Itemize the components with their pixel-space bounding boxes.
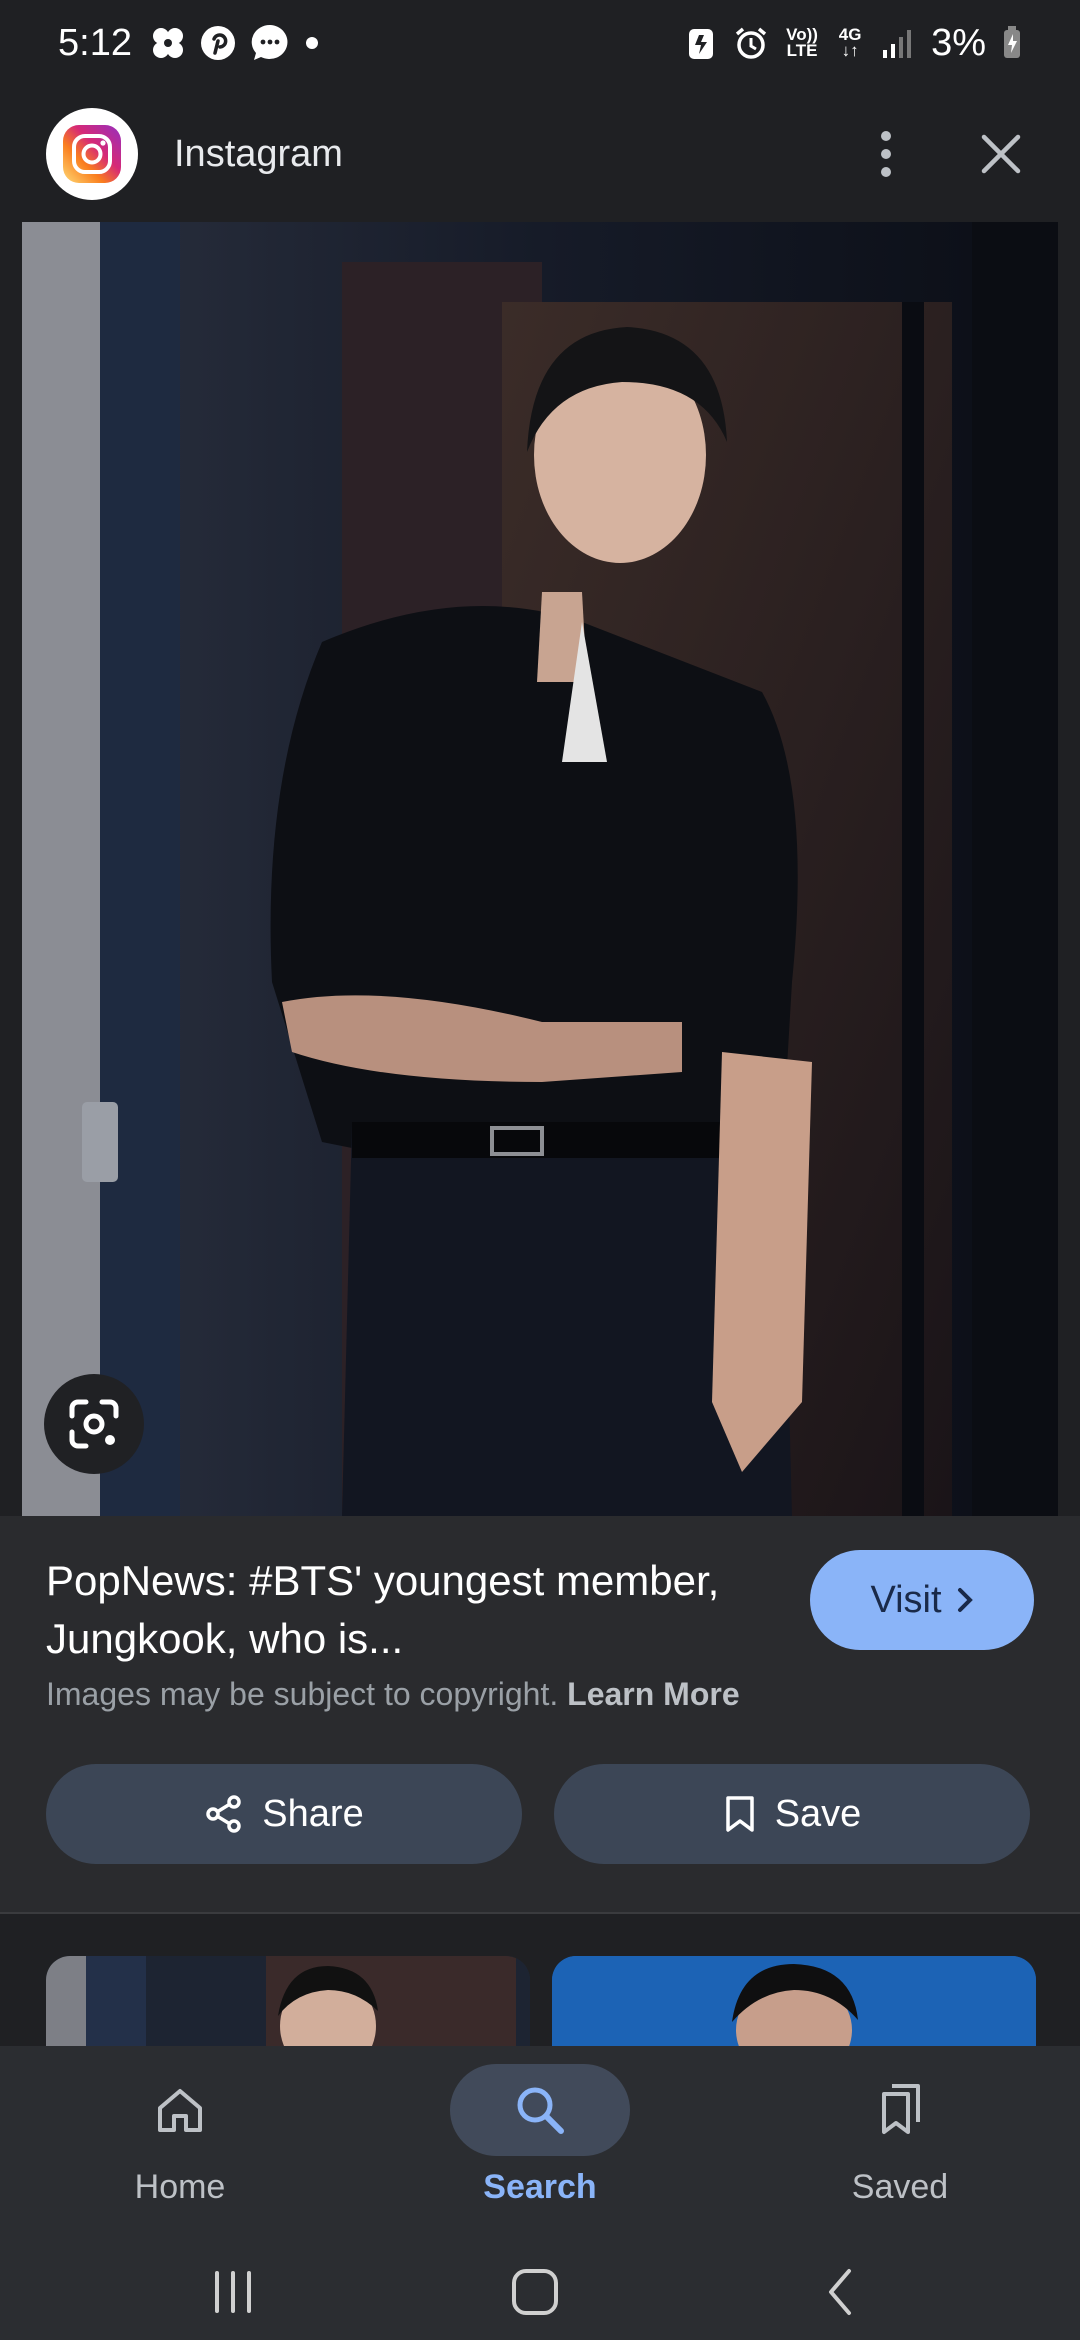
result-details-panel: PopNews: #BTS' youngest member, Jungkook… [0,1516,1080,1912]
learn-more-link[interactable]: Learn More [567,1676,739,1712]
result-image[interactable] [22,222,1058,1516]
system-navigation-bar [0,2242,1080,2340]
battery-charging-icon [1004,26,1020,58]
pinwheel-icon [152,28,183,58]
volte-indicator: Vo)) LTE [786,25,818,60]
status-time: 5:12 [58,21,132,64]
instagram-logo-icon [46,108,138,200]
home-system-button[interactable] [505,2262,565,2322]
nav-search-label: Search [483,2168,597,2206]
photo-illustration [22,222,1058,1516]
home-square-icon [512,2269,558,2315]
visit-label: Visit [870,1578,942,1621]
share-label: Share [262,1792,364,1835]
back-chevron-icon [829,2269,851,2315]
saved-icon [882,2084,920,2134]
related-image-thumbnail[interactable] [552,1956,1036,2046]
pinterest-icon [200,26,235,60]
lens-icon [69,1399,119,1449]
signal-icon [883,30,912,58]
battery-saver-icon [689,29,714,59]
chevron-right-icon [957,1588,973,1612]
google-lens-button[interactable] [44,1374,144,1474]
more-options-icon[interactable] [876,130,896,178]
copyright-notice: Images may be subject to copyright. Lear… [46,1676,740,1712]
result-title[interactable]: PopNews: #BTS' youngest member, Jungkook… [46,1552,786,1668]
related-image-thumbnail[interactable] [46,1956,530,2046]
messenger-icon [251,24,288,60]
recent-apps-icon [215,2271,251,2313]
bottom-navigation: Home Search Saved [0,2046,1080,2242]
share-icon [206,1795,242,1833]
visit-button[interactable]: Visit [810,1550,1034,1650]
home-icon [158,2089,202,2132]
back-button[interactable] [810,2262,870,2322]
source-name: Instagram [174,132,343,175]
notification-dot-icon [305,37,318,49]
network-type: 4G ↓↑ [838,25,862,60]
nav-saved[interactable]: Saved [780,2064,1020,2207]
battery-percent: 3% [931,21,986,64]
section-divider [0,1912,1080,1914]
source-header: Instagram [0,86,1080,222]
recent-apps-button[interactable] [203,2262,263,2322]
nav-search[interactable]: Search [420,2064,660,2207]
nav-saved-label: Saved [851,2168,949,2206]
nav-home[interactable]: Home [60,2064,300,2207]
alarm-icon [735,27,767,59]
status-bar: 5:12 Vo)) LTE 4G ↓↑ 3% [0,0,1080,86]
nav-home-label: Home [134,2168,226,2206]
save-label: Save [774,1792,862,1835]
save-button[interactable]: Save [554,1764,1030,1864]
bookmark-icon [725,1796,754,1832]
share-button[interactable]: Share [46,1764,522,1864]
close-icon[interactable] [980,133,1022,175]
search-icon [517,2087,564,2134]
